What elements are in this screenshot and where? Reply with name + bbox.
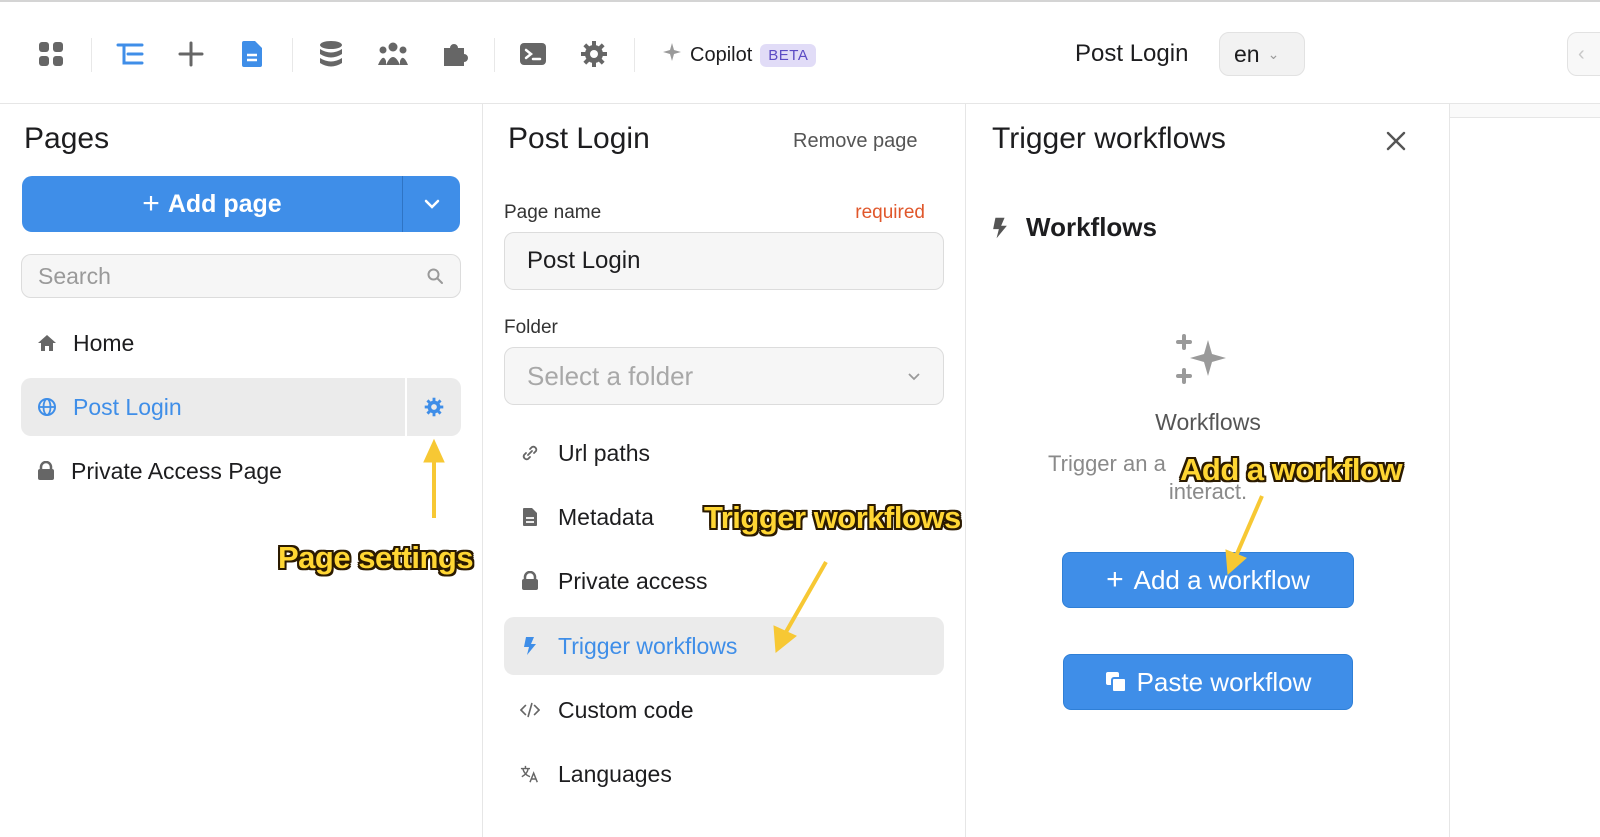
annotation-page-settings: Page settings bbox=[278, 540, 474, 575]
menu-languages[interactable]: Languages bbox=[504, 745, 944, 803]
add-workflow-button[interactable]: + Add a workflow bbox=[1062, 552, 1354, 608]
remove-page-button[interactable]: Remove page bbox=[793, 130, 918, 153]
pages-title: Pages bbox=[24, 122, 110, 155]
page-search bbox=[21, 254, 461, 298]
close-button[interactable] bbox=[1381, 126, 1411, 156]
page-item-label: Post Login bbox=[73, 393, 182, 420]
home-icon bbox=[38, 335, 56, 351]
menu-custom-code[interactable]: Custom code bbox=[504, 681, 944, 739]
lightning-icon bbox=[993, 217, 1007, 238]
code-icon bbox=[520, 700, 540, 720]
annotation-trigger-workflows: Trigger workflows bbox=[704, 500, 961, 535]
menu-item-label: Trigger workflows bbox=[558, 632, 738, 659]
beta-badge: BETA bbox=[760, 43, 817, 67]
folder-placeholder: Select a folder bbox=[527, 360, 694, 391]
paste-workflow-label: Paste workflow bbox=[1136, 666, 1312, 697]
search-input[interactable] bbox=[38, 262, 398, 290]
add-page-button-group: + Add page bbox=[22, 176, 460, 232]
plus-icon: + bbox=[1106, 563, 1124, 596]
folder-label: Folder bbox=[504, 317, 558, 338]
workflows-section-heading: Workflows bbox=[992, 212, 1157, 243]
workflows-section-title: Workflows bbox=[1026, 212, 1157, 242]
menu-item-label: Languages bbox=[558, 760, 672, 787]
toolbar-divider bbox=[292, 38, 293, 72]
copilot-button[interactable]: Copilot BETA bbox=[662, 40, 817, 70]
add-workflow-label: Add a workflow bbox=[1133, 564, 1310, 595]
users-icon[interactable] bbox=[375, 36, 411, 72]
add-page-label: Add page bbox=[167, 189, 282, 218]
close-icon bbox=[1386, 131, 1406, 151]
language-value: en bbox=[1234, 40, 1260, 67]
page-item-post-login[interactable]: Post Login bbox=[21, 378, 461, 436]
required-label: required bbox=[855, 202, 925, 223]
collapse-panel-button[interactable]: ‹ bbox=[1567, 32, 1600, 76]
plugins-icon[interactable] bbox=[436, 36, 472, 72]
chevron-down-icon bbox=[908, 372, 920, 380]
folder-select[interactable]: Select a folder bbox=[504, 347, 944, 405]
chevron-down-icon bbox=[424, 199, 439, 209]
current-page-title: Post Login bbox=[1075, 40, 1189, 67]
page-item-home[interactable]: Home bbox=[21, 314, 461, 372]
trigger-title: Trigger workflows bbox=[992, 122, 1226, 155]
plus-icon: + bbox=[142, 187, 160, 220]
menu-item-label: Custom code bbox=[558, 696, 694, 723]
search-icon bbox=[427, 268, 443, 284]
add-page-dropdown-button[interactable] bbox=[403, 176, 460, 232]
add-icon[interactable] bbox=[173, 36, 209, 72]
page-settings-button[interactable] bbox=[405, 378, 461, 436]
globe-icon bbox=[38, 398, 56, 416]
database-icon[interactable] bbox=[313, 36, 349, 72]
chevron-down-icon: ⌄ bbox=[1267, 45, 1280, 62]
document-icon bbox=[520, 507, 540, 527]
lock-icon bbox=[520, 571, 540, 591]
top-toolbar: Copilot BETA Post Login en ⌄ ‹ bbox=[0, 0, 1600, 104]
lock-icon bbox=[38, 461, 54, 480]
pages-icon[interactable] bbox=[234, 36, 270, 72]
settings-title: Post Login bbox=[508, 122, 650, 155]
page-name-label: Page name bbox=[504, 202, 602, 223]
menu-item-label: Url paths bbox=[558, 439, 651, 466]
menu-url-paths[interactable]: Url paths bbox=[504, 424, 944, 482]
sparkle-icon bbox=[662, 42, 682, 68]
page-item-label: Private Access Page bbox=[71, 457, 282, 484]
menu-private-access[interactable]: Private access bbox=[504, 552, 944, 610]
paste-workflow-button[interactable]: Paste workflow bbox=[1063, 654, 1353, 710]
empty-state-title: Workflows bbox=[1155, 409, 1261, 435]
page-item-label: Home bbox=[73, 329, 135, 356]
page-settings-panel: Post Login Remove page Page name require… bbox=[483, 104, 966, 837]
terminal-icon[interactable] bbox=[515, 36, 551, 72]
gear-icon bbox=[424, 397, 444, 417]
menu-item-label: Metadata bbox=[558, 503, 654, 530]
copilot-label: Copilot bbox=[690, 43, 753, 66]
translate-icon bbox=[520, 764, 540, 784]
canvas-strip bbox=[1450, 104, 1600, 118]
pages-panel: Pages + Add page Home Post Login Private… bbox=[0, 104, 483, 837]
copy-icon bbox=[1105, 672, 1127, 693]
page-item-private-access[interactable]: Private Access Page bbox=[21, 442, 461, 500]
menu-trigger-workflows[interactable]: Trigger workflows bbox=[504, 617, 944, 675]
toolbar-divider bbox=[634, 38, 635, 72]
annotation-add-workflow: Add a workflow bbox=[1180, 452, 1403, 487]
canvas-area bbox=[1450, 104, 1600, 837]
page-name-field[interactable] bbox=[504, 232, 944, 290]
menu-item-label: Private access bbox=[558, 567, 708, 594]
lightning-icon bbox=[520, 636, 540, 656]
apps-grid-icon[interactable] bbox=[33, 36, 69, 72]
add-page-button[interactable]: + Add page bbox=[22, 176, 403, 232]
toolbar-divider bbox=[91, 38, 92, 72]
language-select[interactable]: en ⌄ bbox=[1219, 32, 1305, 76]
toolbar-divider bbox=[494, 38, 495, 72]
link-icon bbox=[520, 443, 540, 463]
sparkles-icon bbox=[1176, 334, 1230, 393]
settings-gear-icon[interactable] bbox=[576, 36, 612, 72]
layers-icon[interactable] bbox=[112, 36, 148, 72]
